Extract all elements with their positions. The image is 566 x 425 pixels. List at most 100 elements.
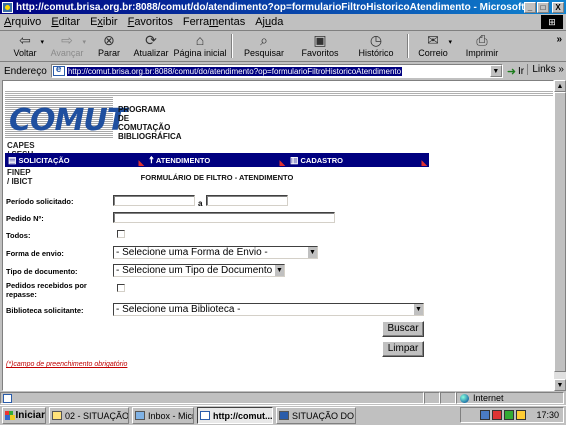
history-button[interactable]: ◷ Histórico — [348, 32, 404, 60]
forma-envio-label: Forma de envio: — [6, 249, 64, 258]
minimize-button[interactable]: _ — [524, 1, 536, 13]
clock[interactable]: 17:30 — [536, 410, 559, 420]
periodo-end-input[interactable] — [206, 195, 288, 206]
outlook-icon — [135, 411, 145, 420]
tray-antivirus-icon[interactable] — [492, 410, 503, 420]
search-button[interactable]: ⌕ Pesquisar — [236, 32, 292, 60]
taskbar: Iniciar 02 - SITUAÇÃO... Inbox - Microso… — [0, 405, 566, 425]
page-done-icon — [3, 394, 12, 403]
mail-dropdown-icon[interactable]: ▾ — [448, 38, 452, 46]
ie-app-icon[interactable] — [2, 1, 13, 13]
repasse-label: Pedidos recebidos por repasse: — [6, 281, 87, 299]
forward-dropdown-icon[interactable]: ▾ — [82, 38, 86, 46]
taskbar-item[interactable]: SITUAÇÃO DO ... — [276, 407, 356, 424]
address-dropdown-icon[interactable]: ▼ — [489, 65, 502, 77]
window-title-bar[interactable]: http://comut.brisa.org.br:8088/comut/do/… — [0, 0, 566, 14]
taskbar-item-active[interactable]: http://comut... — [197, 407, 273, 424]
menu-arquivo[interactable]: Arquivo — [4, 16, 41, 28]
menu-favoritos[interactable]: Favoritos — [128, 16, 173, 28]
tray-volume-icon[interactable] — [516, 410, 527, 420]
tipo-documento-label: Tipo de documento: — [6, 267, 78, 276]
menu-bar: Arquivo Editar Exibir Favoritos Ferramen… — [0, 14, 566, 31]
scroll-down-icon[interactable]: ▼ — [554, 379, 566, 391]
ie-page-icon — [200, 411, 210, 420]
todos-label: Todos: — [6, 231, 31, 240]
menu-ferramentas[interactable]: Ferramentas — [183, 16, 245, 28]
chevron-down-icon[interactable]: ▼ — [274, 265, 284, 276]
main-nav: ▤ SOLICITAÇÃO ◣ ☨ ATENDIMENTO ◣ ▥ CADAST… — [5, 153, 429, 167]
standard-toolbar: ⇦ Voltar ▾ ⇨ Avançar ▾ ⊗ Parar ⟳ Atualiz… — [0, 32, 566, 62]
page-content: COMUT PROGRAMA DE COMUTAÇÃO BIBLIOGRÁFIC… — [2, 80, 554, 391]
address-url[interactable]: http://comut.brisa.org.br:8088/comut/do/… — [66, 66, 403, 76]
folder-icon — [52, 411, 62, 420]
close-button[interactable]: X — [552, 1, 564, 13]
windows-flag-icon — [5, 411, 15, 420]
go-button[interactable]: ➜ Ir — [507, 65, 524, 78]
nav-solicitacao[interactable]: ▤ SOLICITAÇÃO ◣ — [5, 153, 146, 168]
menu-exibir[interactable]: Exibir — [90, 16, 118, 28]
address-label: Endereço — [4, 65, 47, 77]
nav-atendimento[interactable]: ☨ ATENDIMENTO ◣ — [146, 153, 287, 168]
scroll-up-icon[interactable]: ▲ — [554, 80, 566, 92]
print-button[interactable]: ⎙ Imprimir — [454, 32, 510, 60]
back-button[interactable]: ⇦ Voltar ▾ — [4, 32, 46, 60]
vertical-scrollbar[interactable]: ▲ ▼ — [554, 80, 566, 391]
buscar-button[interactable]: Buscar — [382, 321, 424, 337]
tray-network-icon[interactable] — [480, 410, 491, 420]
internet-globe-icon — [460, 393, 469, 403]
toolbar-more-chevron[interactable]: » — [556, 34, 562, 45]
nav-cadastro[interactable]: ▥ CADASTRO ◣ — [287, 153, 429, 168]
back-dropdown-icon[interactable]: ▾ — [40, 38, 44, 46]
refresh-button[interactable]: ⟳ Atualizar — [130, 32, 172, 60]
page-icon — [52, 64, 65, 76]
todos-checkbox[interactable] — [117, 230, 125, 238]
forward-button[interactable]: ⇨ Avançar ▾ — [46, 32, 88, 60]
biblioteca-select[interactable]: - Selecione uma Biblioteca - ▼ — [113, 303, 424, 316]
program-name: PROGRAMA DE COMUTAÇÃO BIBLIOGRÁFICA — [118, 105, 182, 141]
toolbar-separator — [407, 34, 409, 58]
start-button[interactable]: Iniciar — [2, 407, 46, 424]
maximize-button[interactable]: □ — [537, 1, 549, 13]
home-icon: ⌂ — [195, 32, 205, 48]
arrow-left-icon: ⇦ — [19, 32, 31, 48]
system-tray: 17:30 — [460, 407, 564, 423]
mail-icon: ✉ — [427, 32, 439, 48]
corner-mark-icon: ◣ — [138, 160, 144, 167]
tray-app-icon[interactable] — [504, 410, 515, 420]
tipo-documento-select[interactable]: - Selecione um Tipo de Documento - ▼ — [113, 264, 285, 277]
taskbar-item[interactable]: Inbox - Microsof... — [132, 407, 194, 424]
stop-button[interactable]: ⊗ Parar — [88, 32, 130, 60]
comut-wordmark: COMUT — [5, 97, 127, 139]
status-text — [0, 392, 424, 404]
status-bar: Internet — [0, 392, 566, 404]
favorites-button[interactable]: ▣ Favoritos — [292, 32, 348, 60]
word-icon — [279, 411, 289, 420]
limpar-button[interactable]: Limpar — [382, 341, 424, 357]
menu-editar[interactable]: Editar — [51, 16, 80, 28]
periodo-label: Período solicitado: — [6, 197, 74, 206]
list-icon: ▥ — [290, 154, 299, 165]
required-field-note[interactable]: (*)campo de preenchimento obrigatório — [6, 361, 127, 368]
forma-envio-select[interactable]: - Selecione uma Forma de Envio - ▼ — [113, 246, 318, 259]
biblioteca-label: Biblioteca solicitante: — [6, 306, 84, 315]
links-button[interactable]: Links » — [527, 64, 564, 75]
arrow-right-icon: ⇨ — [61, 32, 73, 48]
status-cell — [440, 392, 456, 404]
form-title: FORMULÁRIO DE FILTRO - ATENDIMENTO — [140, 173, 294, 182]
security-zone: Internet — [456, 392, 564, 404]
periodo-separator: a — [198, 199, 203, 208]
history-icon: ◷ — [369, 32, 383, 48]
periodo-start-input[interactable] — [113, 195, 195, 206]
home-button[interactable]: ⌂ Página inicial — [172, 32, 228, 60]
taskbar-item[interactable]: 02 - SITUAÇÃO... — [49, 407, 129, 424]
pedido-input[interactable] — [113, 212, 335, 223]
repasse-checkbox[interactable] — [117, 284, 125, 292]
chevron-down-icon[interactable]: ▼ — [307, 247, 317, 258]
address-input[interactable]: http://comut.brisa.org.br:8088/comut/do/… — [50, 64, 503, 78]
windows-logo-icon: ⊞ — [541, 15, 563, 29]
menu-ajuda[interactable]: Ajuda — [255, 16, 283, 28]
pedido-label: Pedido Nº: — [6, 214, 44, 223]
mail-button[interactable]: ✉ Correio ▾ — [412, 32, 454, 60]
chevron-down-icon[interactable]: ▼ — [413, 304, 423, 315]
scroll-thumb[interactable] — [554, 92, 566, 372]
